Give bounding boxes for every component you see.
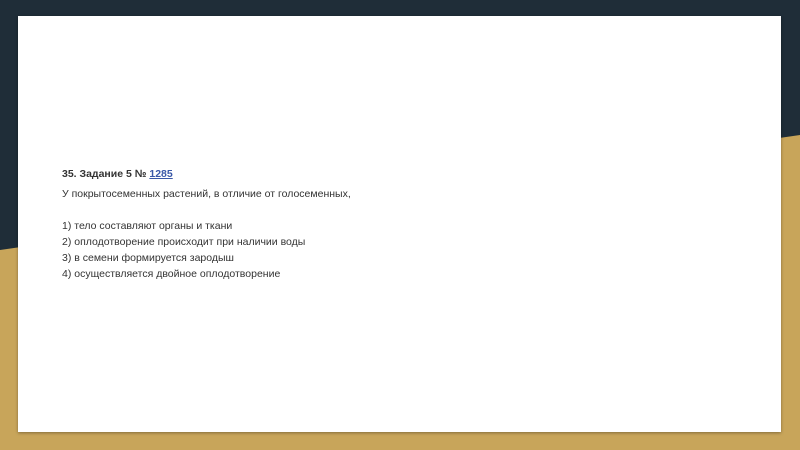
answer-option-4: 4) осуществляется двойное оплодотворение	[62, 268, 281, 280]
task-heading: 35. Задание 5 № 1285	[62, 166, 722, 182]
task-heading-label: 35. Задание 5 №	[62, 168, 150, 180]
answer-option-3: 3) в семени формируется зародыш	[62, 252, 234, 264]
answer-options: 1) тело составляют органы и ткани 2) опл…	[62, 218, 722, 282]
task-question: У покрытосеменных растений, в отличие от…	[62, 188, 351, 200]
answer-option-1: 1) тело составляют органы и ткани	[62, 220, 233, 232]
task-content: 35. Задание 5 № 1285 У покрытосеменных р…	[62, 166, 722, 282]
task-number-link[interactable]: 1285	[149, 168, 172, 180]
answer-option-2: 2) оплодотворение происходит при наличии…	[62, 236, 306, 248]
